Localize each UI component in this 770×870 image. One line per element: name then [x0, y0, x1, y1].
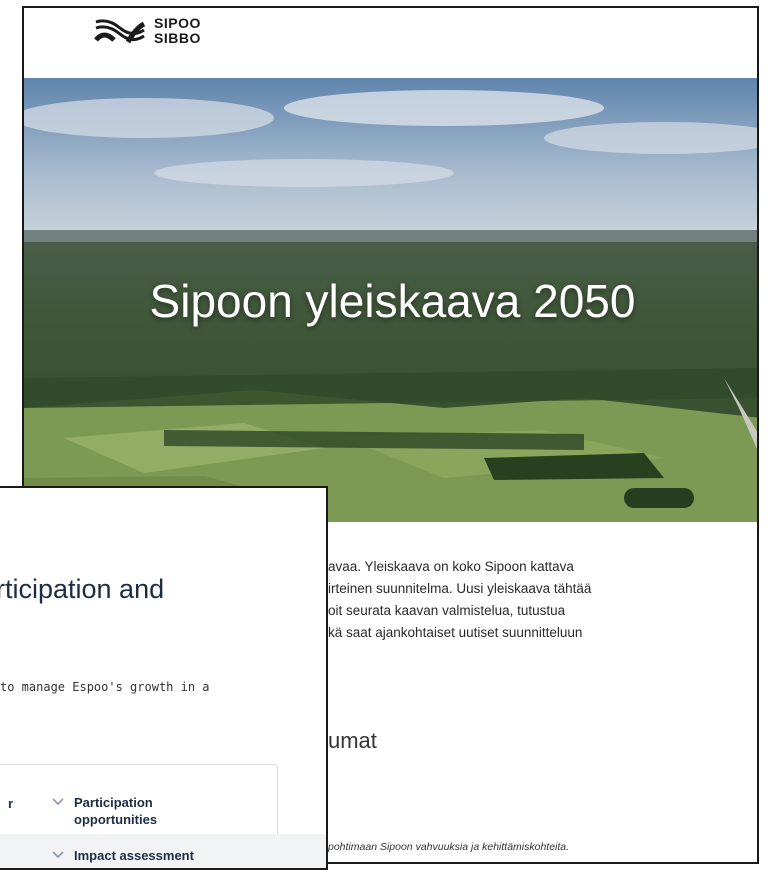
nav-item-impact-assessment[interactable]: Impact assessment	[52, 847, 194, 864]
intro-paragraph: avaa. Yleiskaava on koko Sipoon kattava …	[328, 556, 748, 644]
page-title: rticipation and	[0, 574, 165, 604]
intro-line: irteinen suunnitelma. Uusi yleiskaava tä…	[328, 581, 592, 596]
hero-image: Sipoon yleiskaava 2050	[24, 78, 757, 522]
nav-item-participation[interactable]: Participation opportunities	[52, 794, 157, 828]
nav-item-label: Participation opportunities	[74, 794, 157, 828]
chevron-down-icon	[52, 851, 64, 859]
image-caption: pohtimaan Sipoon vahvuuksia ja kehittämi…	[328, 841, 570, 853]
espoo-window: rticipation and to manage Espoo's growth…	[0, 486, 328, 870]
section-heading: umat	[328, 728, 377, 753]
nav-label-line: Participation	[74, 795, 153, 810]
logo-line-1: SIPOO	[154, 15, 201, 31]
sipoo-wave-logo-icon	[94, 19, 146, 44]
chevron-down-icon	[52, 798, 64, 806]
intro-line: kä saat ajankohtaiset uutiset suunnittel…	[328, 625, 583, 640]
nav-item-label: Impact assessment	[74, 847, 194, 864]
intro-line: avaa. Yleiskaava on koko Sipoon kattava	[328, 559, 574, 574]
nav-label-line: opportunities	[74, 812, 158, 827]
nav-item-fragment[interactable]: r	[8, 796, 13, 811]
hero-title: Sipoon yleiskaava 2050	[149, 275, 636, 327]
page-subtitle: to manage Espoo's growth in a	[0, 680, 210, 694]
nav-label-line: Impact assessment	[74, 848, 194, 863]
logo-text: SIPOO SIBBO	[154, 16, 201, 46]
logo-line-2: SIBBO	[154, 30, 201, 46]
intro-line: oit seurata kaavan valmistelua, tutustua	[328, 603, 566, 618]
sipoo-logo[interactable]: SIPOO SIBBO	[94, 16, 201, 46]
